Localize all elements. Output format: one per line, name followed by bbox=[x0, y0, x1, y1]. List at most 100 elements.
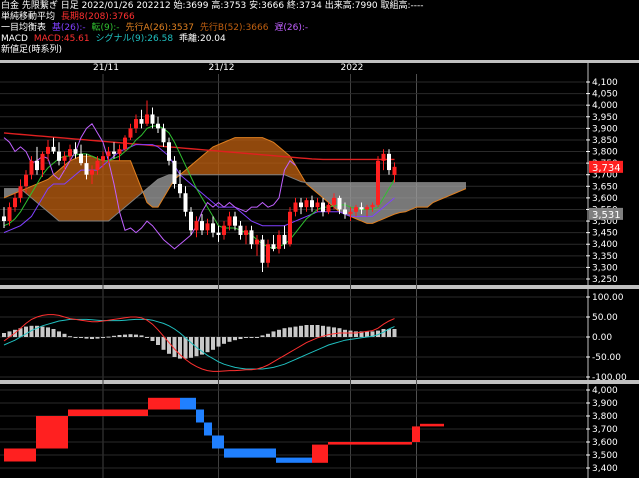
macd-tick-label: 100.00 bbox=[592, 293, 624, 303]
candle-body bbox=[227, 216, 232, 226]
ichimoku-cloud-segment bbox=[75, 156, 81, 222]
macd-histogram-bar bbox=[139, 335, 144, 337]
candle-body bbox=[183, 193, 188, 212]
candle-body bbox=[117, 149, 122, 154]
macd-histogram-bar bbox=[348, 330, 353, 337]
ichimoku-cloud-segment bbox=[422, 182, 428, 208]
candle-body bbox=[392, 166, 397, 175]
macd-histogram-bar bbox=[106, 336, 111, 338]
macd-histogram-bar bbox=[365, 331, 369, 337]
macd-histogram-bar bbox=[112, 335, 116, 337]
macd-histogram-bar bbox=[150, 337, 155, 341]
candle-body bbox=[194, 221, 199, 231]
macd-histogram-bar bbox=[2, 333, 6, 337]
candle-body bbox=[84, 163, 89, 175]
macd-histogram-bar bbox=[68, 336, 72, 338]
macd-histogram-bar bbox=[354, 331, 358, 337]
ichimoku-cloud-segment bbox=[53, 170, 59, 222]
ichimoku-cloud-segment bbox=[103, 160, 109, 222]
macd-histogram-bar bbox=[46, 327, 50, 337]
candle-body bbox=[233, 216, 237, 226]
candle-body bbox=[299, 202, 303, 208]
candle-body bbox=[348, 211, 353, 215]
ichimoku-cloud-segment bbox=[240, 137, 246, 175]
macd-histogram-bar bbox=[277, 329, 281, 337]
macd-histogram-bar bbox=[101, 337, 105, 338]
newval-tick-label: 3,700 bbox=[592, 425, 618, 435]
ichimoku-cloud-segment bbox=[290, 156, 296, 180]
macd-histogram-bar bbox=[84, 337, 89, 339]
macd-histogram-bar bbox=[315, 325, 320, 337]
candle-body bbox=[18, 186, 23, 198]
ichimoku-cloud-segment bbox=[323, 182, 329, 203]
candle-body bbox=[150, 114, 155, 124]
newval-tick-label: 4,000 bbox=[592, 386, 618, 396]
candle-body bbox=[161, 128, 166, 143]
macd-histogram-bar bbox=[227, 337, 232, 342]
new-value-brick bbox=[36, 416, 68, 449]
macd-tick-label: 50.00 bbox=[592, 313, 618, 323]
candle-body bbox=[51, 146, 56, 152]
macd-histogram-bar bbox=[95, 337, 100, 339]
price-tick-label: 3,400 bbox=[592, 240, 618, 250]
ichimoku-cloud-segment bbox=[405, 182, 411, 212]
candle-body bbox=[106, 151, 111, 157]
price-tick-label: 4,050 bbox=[592, 90, 618, 100]
ichimoku-cloud-segment bbox=[213, 144, 219, 175]
chart-canvas[interactable]: 21/11 21/12 20224,1004,0504,0003,9503,9003… bbox=[0, 0, 639, 478]
candle-body bbox=[178, 183, 182, 194]
candle-body bbox=[293, 202, 298, 212]
candle-body bbox=[156, 123, 160, 129]
price-tick-label: 3,250 bbox=[592, 275, 618, 285]
ichimoku-cloud-segment bbox=[367, 182, 373, 224]
price-tick-label: 3,300 bbox=[592, 263, 618, 273]
new-value-brick bbox=[312, 444, 328, 463]
macd-tick-label: -50.00 bbox=[592, 353, 621, 363]
macd-histogram-bar bbox=[332, 327, 336, 337]
macd-histogram-bar bbox=[183, 337, 188, 359]
macd-histogram-bar bbox=[73, 337, 78, 338]
candle-body bbox=[40, 153, 45, 171]
candle-body bbox=[57, 151, 61, 161]
candle-body bbox=[277, 234, 281, 249]
new-value-brick bbox=[412, 426, 420, 442]
candle-body bbox=[260, 239, 265, 263]
ichimoku-cloud-segment bbox=[48, 174, 54, 217]
panel-separator-2 bbox=[0, 380, 639, 384]
price-tick-label: 3,850 bbox=[592, 136, 618, 146]
ichimoku-cloud-segment bbox=[433, 182, 439, 203]
macd-histogram-bar bbox=[293, 326, 298, 337]
macd-histogram-bar bbox=[260, 335, 265, 337]
macd-histogram-bar bbox=[156, 337, 160, 345]
price-tick-label: 3,950 bbox=[592, 113, 618, 123]
candle-body bbox=[365, 207, 369, 210]
candle-body bbox=[167, 142, 171, 161]
candle-body bbox=[172, 160, 177, 184]
candle-body bbox=[238, 225, 243, 235]
candle-body bbox=[337, 197, 342, 210]
newval-tick-label: 3,800 bbox=[592, 412, 618, 422]
new-value-brick bbox=[148, 397, 180, 410]
candle-body bbox=[29, 160, 34, 175]
candle-body bbox=[134, 119, 138, 129]
new-value-brick bbox=[212, 435, 224, 449]
new-value-brick bbox=[196, 409, 204, 423]
candle-body bbox=[200, 221, 204, 231]
candle-body bbox=[216, 232, 221, 235]
candle-body bbox=[387, 153, 391, 171]
ichimoku-cloud-segment bbox=[438, 182, 444, 201]
macd-histogram-bar bbox=[288, 327, 292, 337]
macd-histogram-bar bbox=[205, 337, 210, 353]
x-date-label: 21/12 bbox=[209, 63, 235, 73]
candle-body bbox=[79, 153, 83, 164]
ichimoku-cloud-segment bbox=[411, 182, 417, 210]
macd-histogram-bar bbox=[216, 337, 221, 347]
candle-body bbox=[222, 225, 226, 235]
candle-body bbox=[73, 149, 78, 154]
macd-histogram-bar bbox=[57, 331, 61, 337]
ichimoku-cloud-segment bbox=[400, 182, 406, 213]
candle-body bbox=[381, 153, 386, 161]
macd-histogram-bar bbox=[249, 337, 254, 338]
signal-line bbox=[3, 318, 395, 370]
candle-body bbox=[211, 223, 215, 233]
